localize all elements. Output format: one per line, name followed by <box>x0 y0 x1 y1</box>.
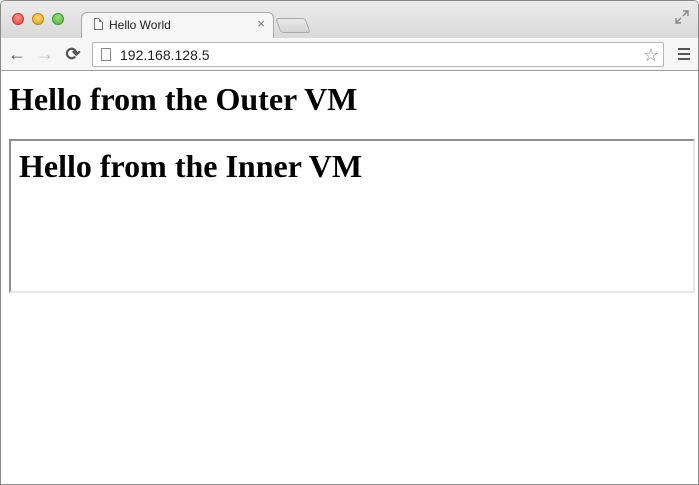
page-content: Hello from the Outer VM Hello from the I… <box>1 71 698 484</box>
tab-hello-world[interactable]: Hello World × <box>81 12 274 39</box>
reload-button[interactable]: ⟳ <box>63 44 83 64</box>
fullscreen-icon[interactable] <box>675 10 689 24</box>
url-text[interactable]: 192.168.128.5 <box>120 47 210 63</box>
zoom-window-button[interactable] <box>52 13 64 25</box>
tab-close-icon[interactable]: × <box>257 16 265 32</box>
browser-window: Hello World × ← → ⟳ 192.168.128.5 ☆ Hell… <box>0 0 699 485</box>
forward-button[interactable]: → <box>35 44 55 64</box>
address-bar[interactable]: 192.168.128.5 ☆ <box>92 42 664 67</box>
tab-title: Hello World <box>109 18 171 32</box>
inner-frame[interactable]: Hello from the Inner VM <box>9 139 695 293</box>
minimize-window-button[interactable] <box>32 13 44 25</box>
menu-icon[interactable] <box>678 48 690 60</box>
outer-heading: Hello from the Outer VM <box>9 81 358 117</box>
browser-toolbar: ← → ⟳ 192.168.128.5 ☆ <box>1 38 698 71</box>
page-icon <box>94 18 103 30</box>
inner-heading: Hello from the Inner VM <box>19 148 363 184</box>
page-icon <box>101 48 111 61</box>
bookmark-star-icon[interactable]: ☆ <box>643 45 659 65</box>
title-bar: Hello World × <box>1 1 698 39</box>
close-window-button[interactable] <box>12 13 24 25</box>
back-button[interactable]: ← <box>7 44 27 64</box>
new-tab-button[interactable] <box>275 18 311 33</box>
